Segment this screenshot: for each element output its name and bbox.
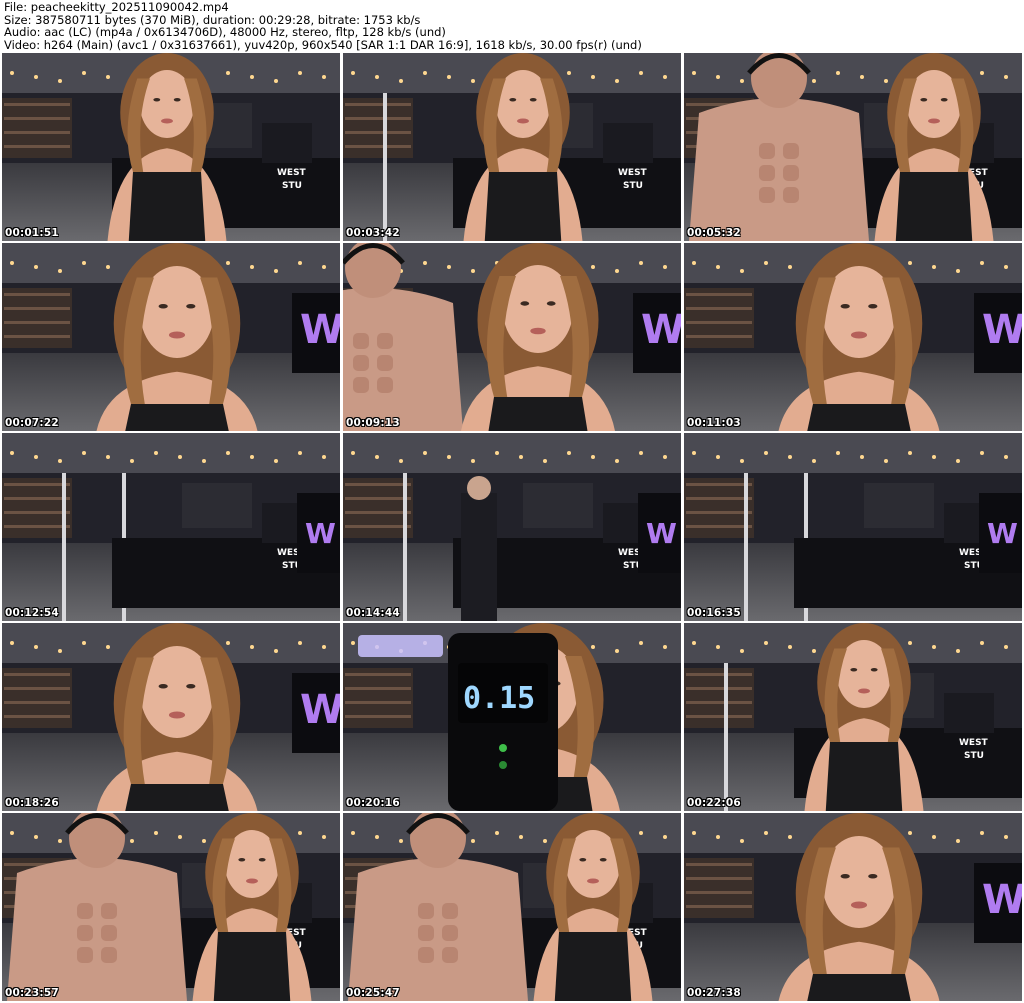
thumbnail-timestamp: 00:11:03 (687, 417, 741, 429)
distillery-sign: W (633, 293, 681, 373)
audio-info-line: Audio: aac (LC) (mp4a / 0x6134706D), 480… (4, 25, 446, 40)
thumbnail-frame: WESTSTUW (343, 433, 681, 621)
video-thumbnail[interactable]: WEST STU 00:01:51 (2, 53, 340, 241)
distillery-sign: W (292, 673, 340, 753)
pole (724, 663, 728, 811)
sign-letter: W (646, 517, 677, 550)
sign-letter: W (982, 307, 1022, 353)
thumbnail-timestamp: 00:18:26 (5, 797, 59, 809)
thumbnail-timestamp: 00:25:47 (346, 987, 400, 999)
sign-letter: W (987, 517, 1018, 550)
video-info-line: Video: h264 (Main) (avc1 / 0x31637661), … (4, 37, 642, 52)
thumbnail-timestamp: 00:16:35 (687, 607, 741, 619)
thumbnail-frame: WESTSTU (2, 813, 340, 1001)
sign-small-text-2: STU (623, 181, 643, 191)
sign-small-text: WEST (618, 168, 648, 178)
video-thumbnail[interactable]: WEST STU W 00:12:54 (2, 433, 340, 621)
distillery-sign: W (974, 293, 1022, 373)
video-thumbnail[interactable]: W 00:18:26 (2, 623, 340, 811)
video-thumbnail[interactable]: WESTSTU00:23:57 (2, 813, 340, 1001)
passerby-figure (461, 493, 497, 621)
sign-letter: W (641, 307, 681, 353)
thumbnail-frame: W (2, 623, 340, 811)
video-thumbnail[interactable]: WESTSTU00:05:32 (684, 53, 1022, 241)
thumbnail-timestamp: 00:14:44 (346, 607, 400, 619)
video-thumbnail[interactable]: W 00:27:38 (684, 813, 1022, 1001)
distillery-sign: W (979, 493, 1022, 573)
pole (62, 473, 66, 621)
thumbnail-frame: WESTSTUW (684, 433, 1022, 621)
distillery-sign: W (297, 493, 340, 573)
sign-small-text-2: STU (282, 181, 302, 191)
thumbnail-timestamp: 00:09:13 (346, 417, 400, 429)
thumbnail-frame: WEST STU (2, 53, 340, 241)
sign-letter: W (300, 687, 340, 733)
thumbnail-timestamp: 00:12:54 (5, 607, 59, 619)
thumbnail-timestamp: 00:07:22 (5, 417, 59, 429)
file-name-line: File: peacheekitty_202511090042.mp4 (4, 0, 229, 14)
video-thumbnail[interactable]: 0.15 00:20:16 (343, 623, 681, 811)
thumbnail-frame: WESTSTU (343, 813, 681, 1001)
sign-letter: W (300, 307, 340, 353)
video-thumbnail[interactable]: W 00:09:13 (343, 243, 681, 431)
pole (383, 93, 387, 241)
thumbnail-timestamp: 00:20:16 (346, 797, 400, 809)
video-thumbnail[interactable]: WEST STU W 00:14:44 (343, 433, 681, 621)
pole (403, 473, 407, 621)
sign-small-text: WEST (959, 738, 989, 748)
distillery-sign: W (638, 493, 681, 573)
video-info-header: File: peacheekitty_202511090042.mp4 Size… (4, 1, 1020, 51)
thumbnail-timestamp: 00:03:42 (346, 227, 400, 239)
sign-small-text-2: STU (964, 751, 984, 761)
thumbnail-timestamp: 00:01:51 (5, 227, 59, 239)
video-thumbnail[interactable]: W 00:07:22 (2, 243, 340, 431)
video-thumbnail[interactable]: WESTSTU00:25:47 (343, 813, 681, 1001)
thumbnail-timestamp: 00:23:57 (5, 987, 59, 999)
thumbnail-timestamp: 00:27:38 (687, 987, 741, 999)
thumbnail-frame: 0.15 (343, 623, 681, 811)
thumbnail-timestamp: 00:22:06 (687, 797, 741, 809)
video-thumbnail[interactable]: WEST STU W 00:16:35 (684, 433, 1022, 621)
thumbnail-frame: W (684, 813, 1022, 1001)
device-readout-text: 0.15 (463, 681, 535, 716)
distillery-sign: W (974, 863, 1022, 943)
thumbnail-timestamp: 00:05:32 (687, 227, 741, 239)
thumbnail-frame: WESTSTU (684, 53, 1022, 241)
pole (744, 473, 748, 621)
thumbnail-frame: WEST STU (343, 53, 681, 241)
sign-letter: W (982, 877, 1022, 923)
video-thumbnail[interactable]: WEST STU 00:22:06 (684, 623, 1022, 811)
video-thumbnail[interactable]: W 00:11:03 (684, 243, 1022, 431)
distillery-sign: W (292, 293, 340, 373)
thumbnail-frame: WESTSTUW (2, 433, 340, 621)
sign-small-text: WEST (277, 168, 307, 178)
thumbnail-frame: WEST STU (684, 623, 1022, 811)
sign-letter: W (305, 517, 336, 550)
passerby-head (467, 476, 491, 500)
thumbnail-frame: W (2, 243, 340, 431)
thumbnail-frame: W (343, 243, 681, 431)
video-thumbnail[interactable]: WEST STU 00:03:42 (343, 53, 681, 241)
thumbnail-grid: WESTSTU00:01:51WESTSTU00:03:42WESTSTU00:… (2, 53, 1022, 1001)
thumbnail-frame: W (684, 243, 1022, 431)
